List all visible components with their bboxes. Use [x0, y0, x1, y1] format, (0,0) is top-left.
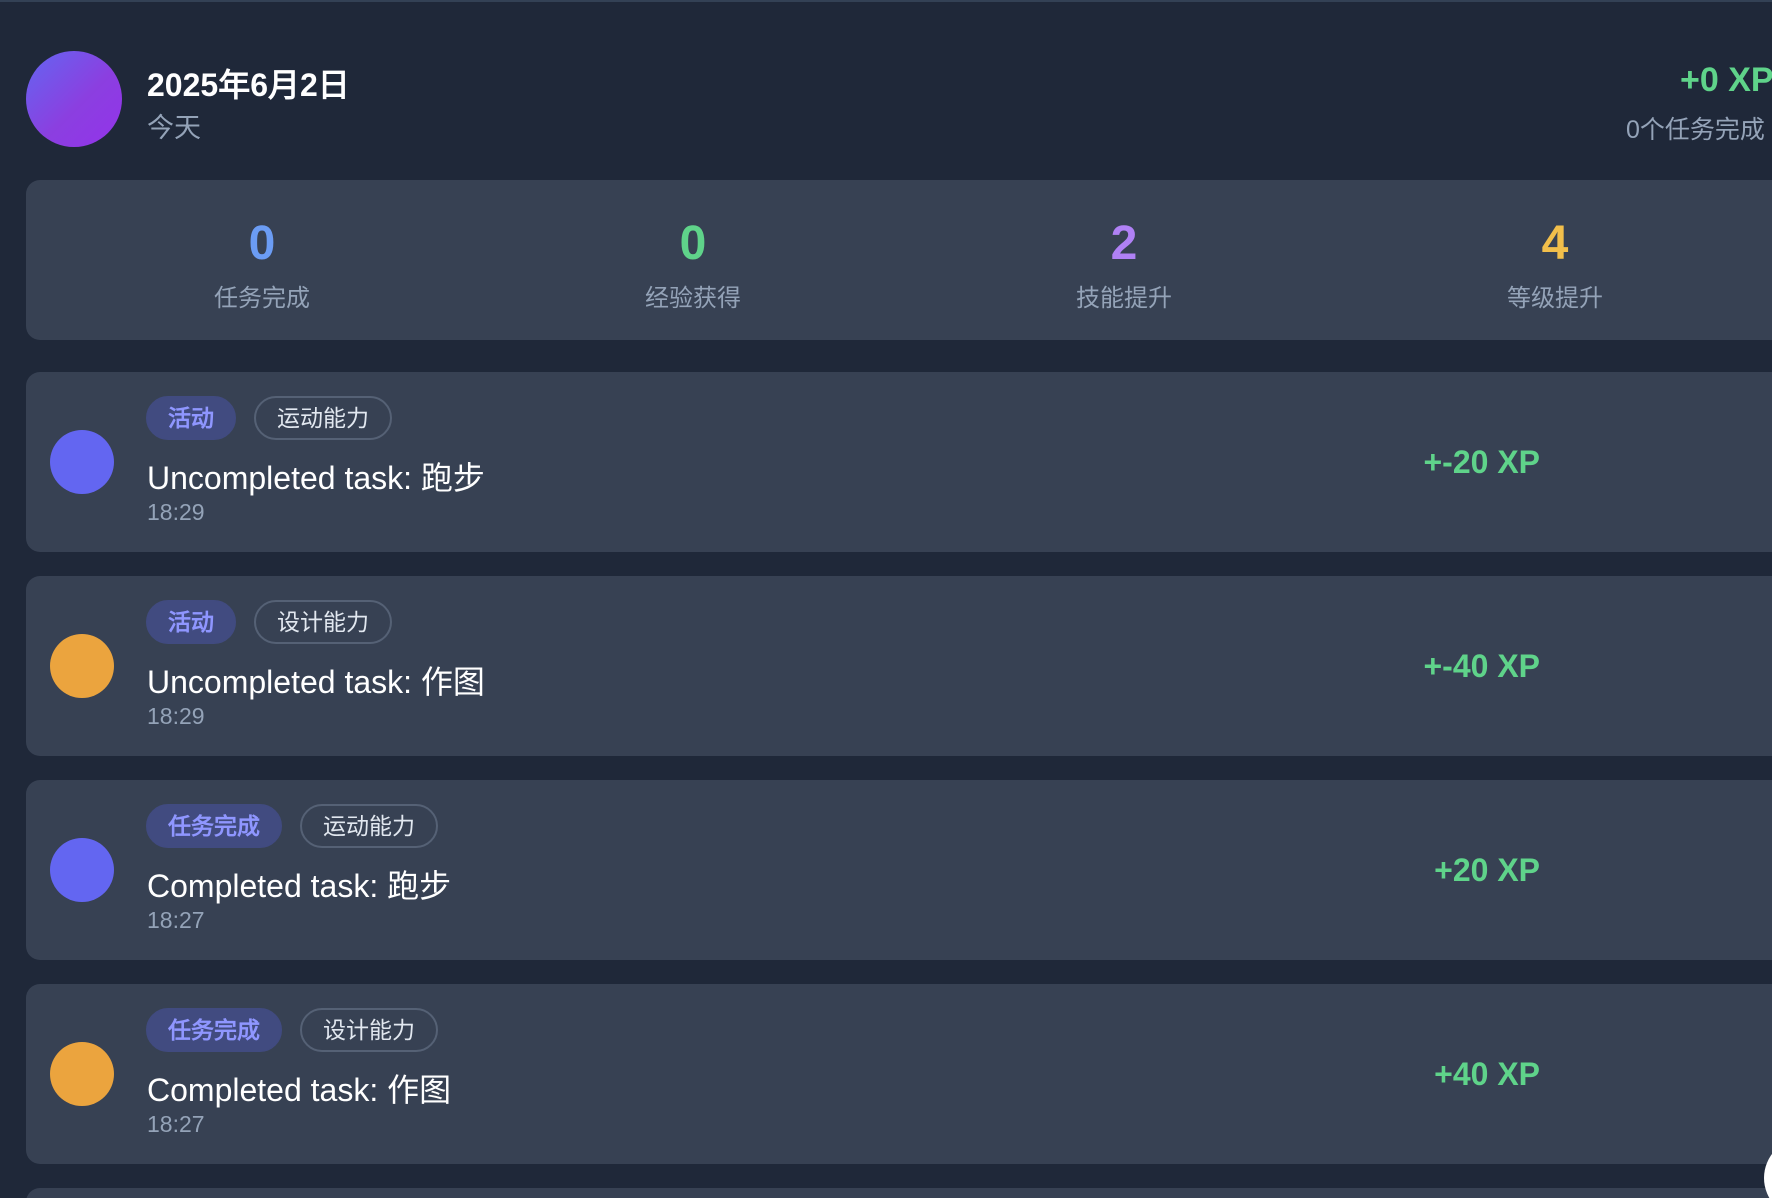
activity-dot [50, 1042, 114, 1106]
activity-type-tag: 任务完成 [146, 804, 282, 848]
activity-skill-tag: 运动能力 [300, 804, 438, 848]
activity-xp: +20 XP [1434, 852, 1540, 888]
stat-value: 0 [248, 217, 276, 270]
activity-skill-tag: 运动能力 [254, 396, 392, 440]
day-tasks-done: 0个任务完成 [1626, 116, 1765, 144]
activity-title: Completed task: 跑步 [147, 868, 452, 904]
day-date: 2025年6月2日 [147, 67, 350, 103]
activity-tags: 活动 运动能力 [146, 396, 392, 440]
stat-value: 2 [1110, 217, 1138, 270]
day-subtitle: 今天 [147, 113, 201, 143]
activity-time: 18:29 [147, 499, 205, 525]
activity-time: 18:27 [147, 1111, 205, 1137]
stat-label: 经验获得 [645, 285, 741, 312]
activity-tags: 任务完成 运动能力 [146, 804, 438, 848]
activity-tags: 任务完成 设计能力 [146, 1008, 438, 1052]
stat-label: 等级提升 [1507, 285, 1603, 312]
activity-time: 18:29 [147, 703, 205, 729]
daily-summary-page: 2025年6月2日 今天 +0 XP 0个任务完成 0 任务完成 0 经验获得 … [0, 0, 1772, 1198]
activity-xp: +-40 XP [1423, 648, 1540, 684]
activity-xp: +40 XP [1434, 1056, 1540, 1092]
stat-value: 0 [679, 217, 707, 270]
activity-item[interactable]: 活动 设计能力 Uncompleted task: 作图 18:29 +-40 … [26, 576, 1772, 756]
stats-card: 0 任务完成 0 经验获得 2 技能提升 4 等级提升 [26, 180, 1772, 340]
activity-title: Uncompleted task: 作图 [147, 664, 485, 700]
stat-label: 任务完成 [214, 285, 310, 312]
stat-value: 4 [1541, 217, 1569, 270]
stat-xp-gained: 0 经验获得 [563, 218, 823, 313]
stat-levels-up: 4 等级提升 [1425, 218, 1685, 313]
activity-skill-tag: 设计能力 [254, 600, 392, 644]
activity-tags: 活动 设计能力 [146, 600, 392, 644]
activity-dot [50, 838, 114, 902]
activity-type-tag: 任务完成 [146, 1008, 282, 1052]
activity-time: 18:27 [147, 907, 205, 933]
activity-item-partial[interactable] [26, 1188, 1772, 1198]
activity-item[interactable]: 活动 运动能力 Uncompleted task: 跑步 18:29 +-20 … [26, 372, 1772, 552]
activity-xp: +-20 XP [1423, 444, 1540, 480]
day-header: 2025年6月2日 今天 +0 XP 0个任务完成 [26, 50, 1772, 150]
day-avatar [26, 51, 122, 147]
activity-type-tag: 活动 [146, 600, 236, 644]
activity-dot [50, 430, 114, 494]
activity-item[interactable]: 任务完成 运动能力 Completed task: 跑步 18:27 +20 X… [26, 780, 1772, 960]
stat-tasks-completed: 0 任务完成 [132, 218, 392, 313]
stat-skills-improved: 2 技能提升 [994, 218, 1254, 313]
activity-item[interactable]: 任务完成 设计能力 Completed task: 作图 18:27 +40 X… [26, 984, 1772, 1164]
activity-dot [50, 634, 114, 698]
activity-title: Uncompleted task: 跑步 [147, 460, 485, 496]
activity-type-tag: 活动 [146, 396, 236, 440]
activity-skill-tag: 设计能力 [300, 1008, 438, 1052]
stat-label: 技能提升 [1076, 285, 1172, 312]
activity-title: Completed task: 作图 [147, 1072, 452, 1108]
day-xp-total: +0 XP [1680, 61, 1772, 99]
